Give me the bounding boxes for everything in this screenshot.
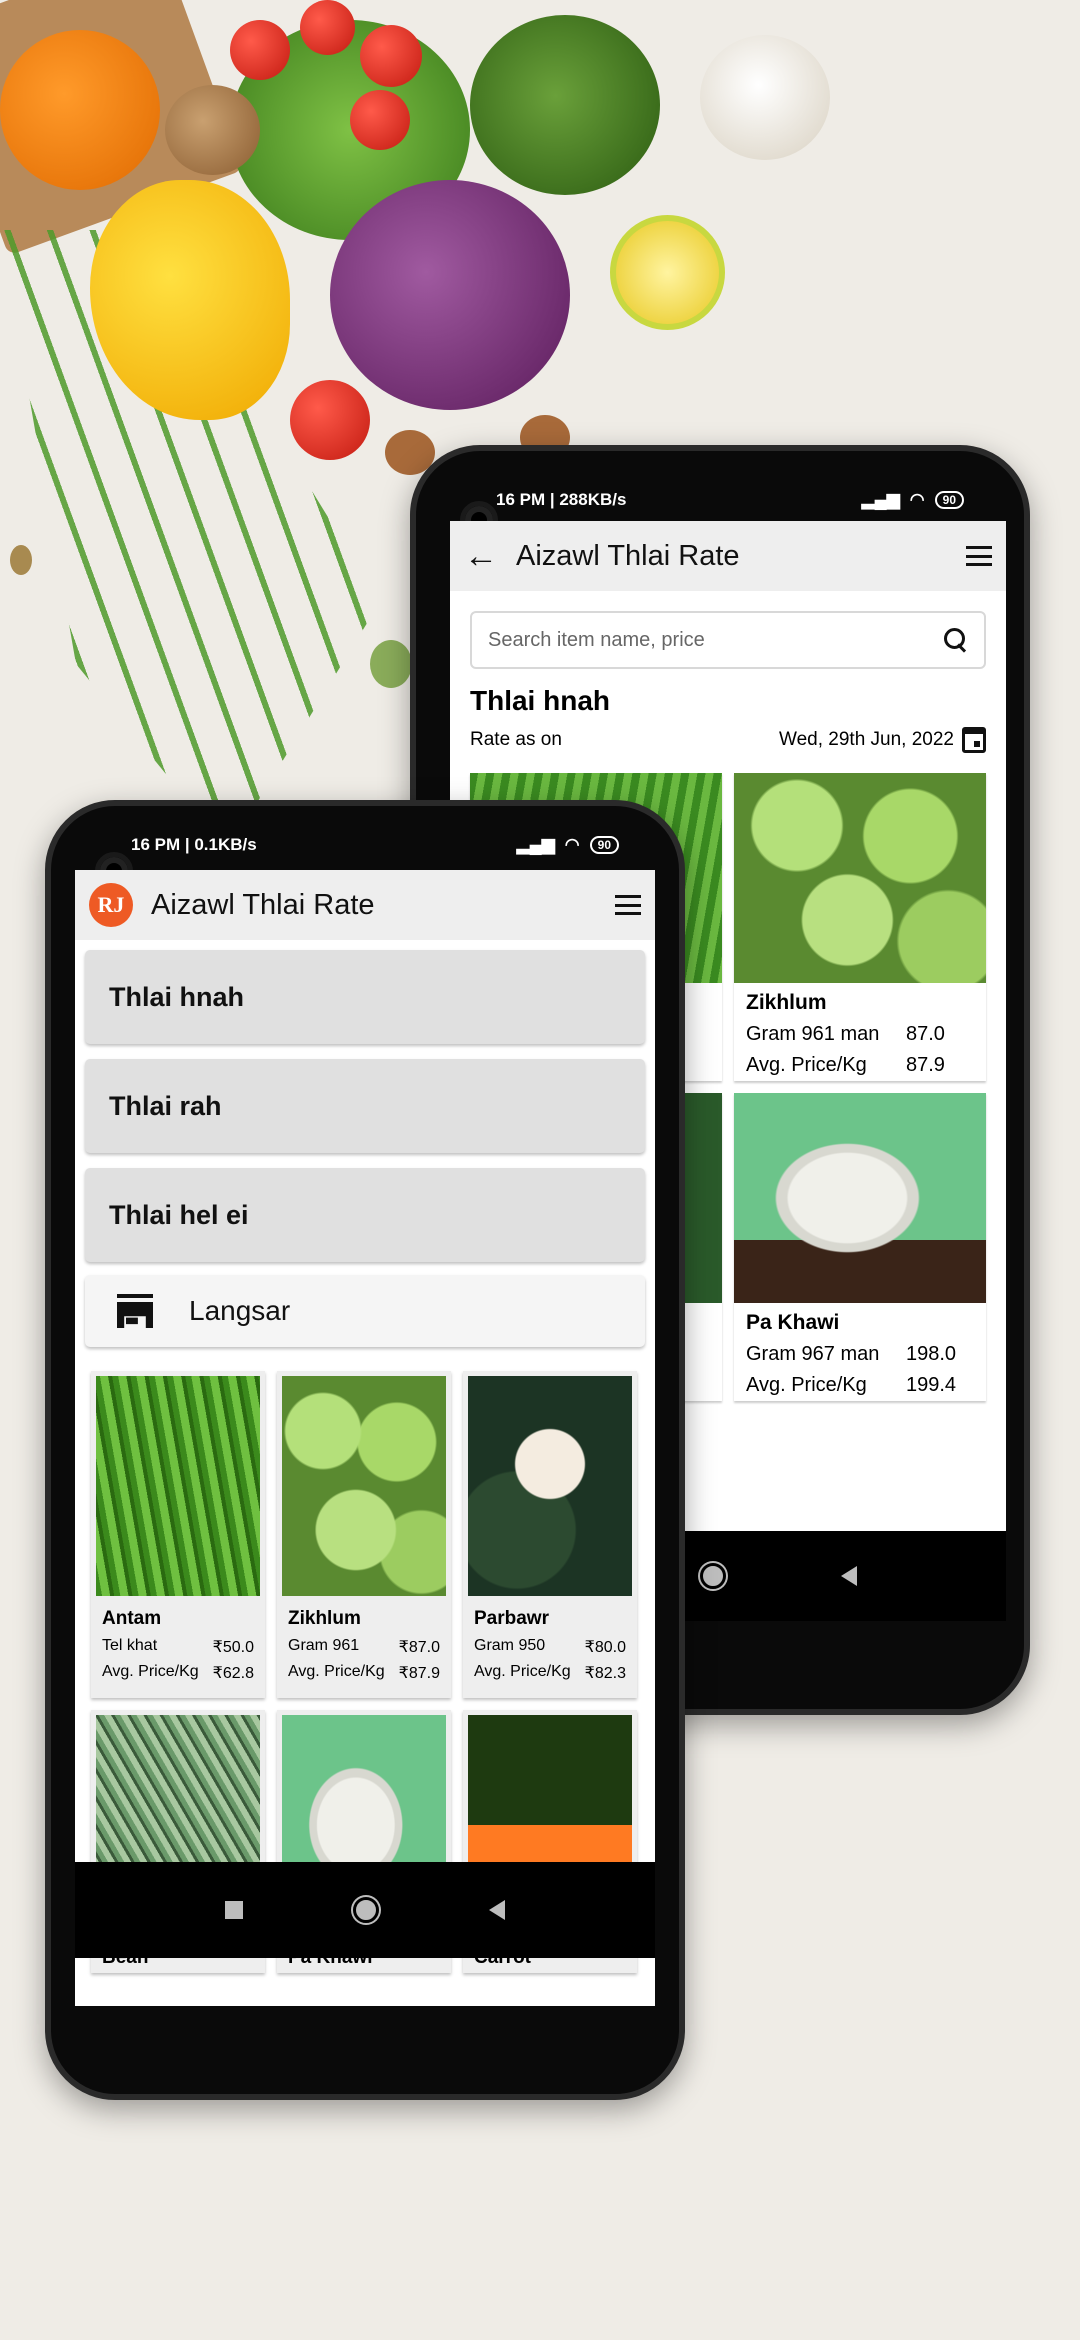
item-price: 198.0 xyxy=(906,1343,957,1365)
red-cabbage-decoration xyxy=(330,180,570,410)
front-screen: RJ Aizawl Thlai Rate Thlai hnah Thlai ra… xyxy=(75,870,655,2006)
signal-icon: ▂▄▆ xyxy=(516,835,555,854)
item-qty-label: Gram 961 xyxy=(288,1637,360,1654)
item-image xyxy=(734,1093,986,1303)
item-avg-label: Avg. Price/Kg xyxy=(102,1663,199,1680)
item-name: Pa Khawi xyxy=(746,1311,840,1334)
pea-decoration xyxy=(370,640,412,688)
market-button[interactable]: Langsar xyxy=(85,1275,645,1347)
item-qty-label: Gram 950 xyxy=(474,1637,546,1654)
lemon-decoration xyxy=(610,215,725,330)
menu-icon[interactable] xyxy=(615,895,641,915)
walnut-decoration xyxy=(165,85,260,175)
date-picker[interactable]: Wed, 29th Jun, 2022 xyxy=(779,727,986,753)
nav-bar xyxy=(75,1862,655,1958)
back-nav-icon[interactable] xyxy=(489,1900,505,1920)
item-avg-label: Avg. Price/Kg xyxy=(474,1663,571,1680)
tomato-decoration xyxy=(300,0,355,55)
wifi-icon: ◠ xyxy=(909,490,925,509)
item-avg-label: Avg. Price/Kg xyxy=(746,1054,867,1076)
item-image xyxy=(468,1376,632,1596)
status-time: 16 PM | 0.1KB/s xyxy=(131,835,257,854)
item-card[interactable]: Antam Tel khat ₹50.0 Avg. Price/Kg ₹62.8 xyxy=(91,1371,265,1698)
item-card[interactable]: Zikhlum Gram 961 man 87.0 Avg. Price/Kg 87… xyxy=(734,773,986,1081)
app-title: Aizawl Thlai Rate xyxy=(516,539,740,572)
app-title: Aizawl Thlai Rate xyxy=(151,888,375,921)
menu-icon[interactable] xyxy=(966,546,992,566)
rate-date: Wed, 29th Jun, 2022 xyxy=(779,729,954,750)
wifi-icon: ◠ xyxy=(564,835,580,854)
search-icon[interactable] xyxy=(944,628,968,652)
tomato-decoration xyxy=(290,380,370,460)
item-price: ₹87.0 xyxy=(398,1639,440,1656)
item-image xyxy=(734,773,986,983)
item-avg-label: Avg. Price/Kg xyxy=(746,1374,867,1396)
search-field[interactable] xyxy=(470,611,986,669)
app-bar: RJ Aizawl Thlai Rate xyxy=(75,870,655,940)
item-avg-label: Avg. Price/Kg xyxy=(288,1663,385,1680)
battery-icon: 90 xyxy=(934,491,964,509)
item-name: Parbawr xyxy=(468,1596,632,1634)
item-price: ₹50.0 xyxy=(212,1639,254,1656)
tomato-decoration xyxy=(360,25,422,87)
orange-decoration xyxy=(0,30,160,190)
tomato-decoration xyxy=(230,20,290,80)
market-label: Langsar xyxy=(189,1295,291,1326)
app-bar: ← Aizawl Thlai Rate xyxy=(450,521,1006,591)
item-avg-price: ₹87.9 xyxy=(398,1665,440,1682)
back-arrow-icon[interactable]: ← xyxy=(464,539,498,573)
category-button-thlai-rah[interactable]: Thlai rah xyxy=(85,1059,645,1153)
back-nav-icon[interactable] xyxy=(841,1566,857,1586)
search-input[interactable] xyxy=(488,628,944,652)
front-phone: 16 PM | 0.1KB/s ▂▄▆ ◠ 90 RJ Aizawl Thlai… xyxy=(45,800,685,2100)
item-name: Zikhlum xyxy=(282,1596,446,1634)
rate-row: Rate as on Wed, 29th Jun, 2022 xyxy=(470,727,986,753)
item-card[interactable]: Parbawr Gram 950 ₹80.0 Avg. Price/Kg ₹82.3 xyxy=(463,1371,637,1698)
item-name: Antam xyxy=(96,1596,260,1634)
home-nav-icon[interactable] xyxy=(353,1897,379,1923)
section-title: Thlai hnah xyxy=(470,685,610,716)
item-image xyxy=(282,1376,446,1596)
item-avg-price: ₹82.3 xyxy=(584,1665,626,1682)
item-price: ₹80.0 xyxy=(584,1639,626,1656)
calendar-icon[interactable] xyxy=(962,727,986,753)
recents-nav-icon[interactable] xyxy=(225,1901,243,1919)
item-avg-price: ₹62.8 xyxy=(212,1665,254,1682)
item-image xyxy=(96,1376,260,1596)
item-qty-label: Tel khat xyxy=(102,1637,158,1654)
status-bar: 16 PM | 288KB/s ▂▄▆ ◠ 90 xyxy=(496,485,964,515)
garlic-decoration xyxy=(700,35,830,160)
battery-icon: 90 xyxy=(589,836,619,854)
signal-icon: ▂▄▆ xyxy=(861,490,900,509)
item-qty-label: Gram 967 man xyxy=(746,1343,880,1365)
status-time: 16 PM | 288KB/s xyxy=(496,490,627,509)
app-logo: RJ xyxy=(89,883,133,927)
category-button-thlai-hnah[interactable]: Thlai hnah xyxy=(85,950,645,1044)
item-price: 87.0 xyxy=(906,1023,945,1045)
store-icon xyxy=(117,1294,153,1328)
seed-decoration xyxy=(10,545,32,575)
item-qty-label: Gram 961 man xyxy=(746,1023,880,1045)
item-avg-price: 199.4 xyxy=(906,1374,957,1396)
item-card[interactable]: Pa Khawi Gram 967 man 198.0 Avg. Price/Kg… xyxy=(734,1093,986,1401)
rate-label: Rate as on xyxy=(470,729,562,750)
item-card[interactable]: Zikhlum Gram 961 ₹87.0 Avg. Price/Kg ₹87.9 xyxy=(277,1371,451,1698)
category-button-thlai-hel-ei[interactable]: Thlai hel ei xyxy=(85,1168,645,1262)
tomato-decoration xyxy=(350,90,410,150)
item-name: Zikhlum xyxy=(746,991,827,1014)
broccoli-decoration xyxy=(470,15,660,195)
status-bar: 16 PM | 0.1KB/s ▂▄▆ ◠ 90 xyxy=(131,830,619,860)
home-nav-icon[interactable] xyxy=(700,1563,726,1589)
item-avg-price: 87.9 xyxy=(906,1054,945,1076)
